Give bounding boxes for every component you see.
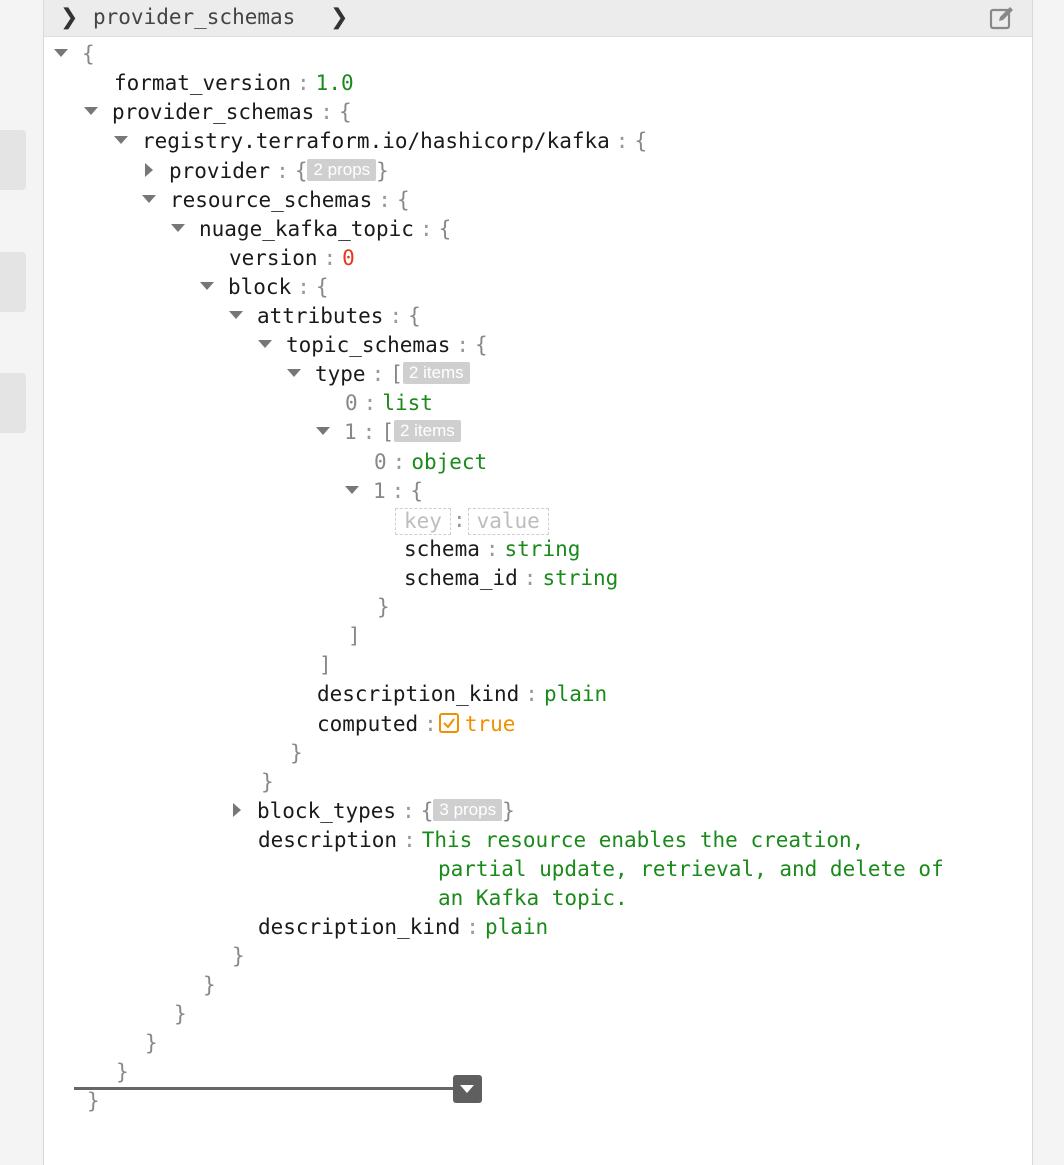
new-value-input[interactable]: value: [467, 507, 549, 535]
closing-bracket: ]: [319, 653, 332, 677]
tree-row-type-1-1[interactable]: 1:{: [345, 477, 423, 506]
tree-row-block[interactable]: block:{: [200, 273, 329, 302]
property-key: version: [229, 246, 318, 270]
tree-row-description-kind[interactable]: description_kind: plain: [317, 680, 607, 709]
tree-row-type-0[interactable]: 0: list: [345, 389, 433, 418]
json-tree: { format_version:1.0 provider_schemas:{ …: [0, 0, 1064, 1165]
property-key: type: [315, 362, 366, 386]
caret-down-icon[interactable]: [229, 311, 243, 319]
property-key: description_kind: [258, 915, 461, 939]
tree-row-resource-schemas[interactable]: resource_schemas:{: [142, 186, 410, 215]
property-value[interactable]: list: [382, 391, 433, 415]
props-badge[interactable]: 3 props: [433, 799, 503, 821]
resize-handle[interactable]: [453, 1075, 482, 1103]
tree-row-registry[interactable]: registry.terraform.io/hashicorp/kafka:{: [114, 127, 647, 156]
closing-bracket: ]: [348, 624, 361, 648]
property-value[interactable]: plain: [485, 915, 548, 939]
tree-row-version[interactable]: version:0: [229, 244, 355, 273]
description-continued[interactable]: an Kafka topic.: [438, 884, 628, 913]
property-key: attributes: [257, 304, 384, 328]
caret-down-icon[interactable]: [171, 224, 185, 232]
property-key: description: [258, 828, 398, 852]
caret-down-icon[interactable]: [54, 49, 68, 57]
resize-divider[interactable]: [74, 1087, 466, 1090]
property-value[interactable]: 0: [342, 246, 355, 270]
tree-row-attributes[interactable]: attributes:{: [229, 302, 421, 331]
property-key: description_kind: [317, 682, 520, 706]
tree-row-provider-schemas[interactable]: provider_schemas:{: [84, 98, 352, 127]
property-key: block_types: [257, 799, 397, 823]
property-value[interactable]: string: [505, 537, 581, 561]
property-value[interactable]: true: [465, 712, 516, 736]
caret-right-icon[interactable]: [145, 163, 153, 177]
caret-down-icon[interactable]: [142, 195, 156, 203]
tree-row-topic-schemas[interactable]: topic_schemas:{: [258, 331, 488, 360]
closing-brace: }: [145, 1031, 158, 1055]
tree-row-provider[interactable]: provider:{2 props}: [141, 157, 389, 186]
closing-brace: }: [203, 973, 216, 997]
property-key: nuage_kafka_topic: [199, 217, 414, 241]
array-index: 0: [345, 391, 358, 415]
property-key: block: [228, 275, 292, 299]
tree-row-type[interactable]: type:[2 items: [287, 360, 470, 389]
checkbox-icon[interactable]: [438, 713, 459, 733]
tree-row-description-kind-2[interactable]: description_kind: plain: [258, 913, 548, 942]
caret-down-icon[interactable]: [200, 282, 214, 290]
tree-row-computed[interactable]: computed: true: [317, 710, 515, 739]
items-badge[interactable]: 2 items: [393, 420, 461, 442]
property-key: schema: [404, 537, 480, 561]
property-key: topic_schemas: [286, 333, 451, 357]
array-index: 1: [373, 479, 386, 503]
items-badge[interactable]: 2 items: [402, 362, 470, 384]
tree-row-topic[interactable]: nuage_kafka_topic:{: [171, 215, 451, 244]
property-value[interactable]: This resource enables the creation,: [422, 828, 865, 852]
closing-brace: }: [261, 770, 274, 794]
tree-row-format-version[interactable]: format_version:1.0: [114, 69, 354, 98]
tree-row-root[interactable]: {: [54, 40, 95, 69]
property-value[interactable]: 1.0: [316, 71, 354, 95]
tree-row-new-pair[interactable]: key: value: [395, 506, 549, 535]
closing-brace: }: [290, 741, 303, 765]
property-value[interactable]: plain: [544, 682, 607, 706]
tree-row-description[interactable]: description: This resource enables the cr…: [258, 826, 864, 855]
tree-row-schema-id[interactable]: schema_id: string: [404, 564, 618, 593]
caret-down-icon[interactable]: [84, 107, 98, 115]
array-index: 0: [374, 450, 387, 474]
description-continued[interactable]: partial update, retrieval, and delete of: [438, 855, 944, 884]
closing-brace: }: [87, 1089, 100, 1113]
property-value[interactable]: object: [411, 450, 487, 474]
caret-right-icon[interactable]: [233, 803, 241, 817]
property-key: provider: [169, 159, 271, 183]
property-key: format_version: [114, 71, 292, 95]
tree-row-type-1[interactable]: 1:[2 items: [316, 418, 461, 447]
property-key: schema_id: [404, 566, 518, 590]
props-badge[interactable]: 2 props: [307, 159, 377, 181]
property-key: resource_schemas: [170, 188, 373, 212]
caret-down-icon[interactable]: [258, 340, 272, 348]
property-key: provider_schemas: [112, 100, 315, 124]
new-key-input[interactable]: key: [395, 507, 451, 535]
array-index: 1: [344, 420, 357, 444]
closing-brace: }: [116, 1060, 129, 1084]
closing-brace: }: [174, 1002, 187, 1026]
closing-brace: }: [377, 595, 390, 619]
caret-down-icon[interactable]: [345, 486, 359, 494]
tree-row-block-types[interactable]: block_types:{3 props}: [229, 797, 515, 826]
tree-row-schema[interactable]: schema: string: [404, 535, 580, 564]
tree-row-type-1-0[interactable]: 0: object: [374, 448, 487, 477]
property-key: registry.terraform.io/hashicorp/kafka: [142, 129, 610, 153]
caret-down-icon[interactable]: [114, 136, 128, 144]
caret-down-icon[interactable]: [287, 369, 301, 377]
property-value[interactable]: string: [542, 566, 618, 590]
caret-down-icon[interactable]: [316, 427, 330, 435]
property-key: computed: [317, 712, 419, 736]
closing-brace: }: [232, 944, 245, 968]
